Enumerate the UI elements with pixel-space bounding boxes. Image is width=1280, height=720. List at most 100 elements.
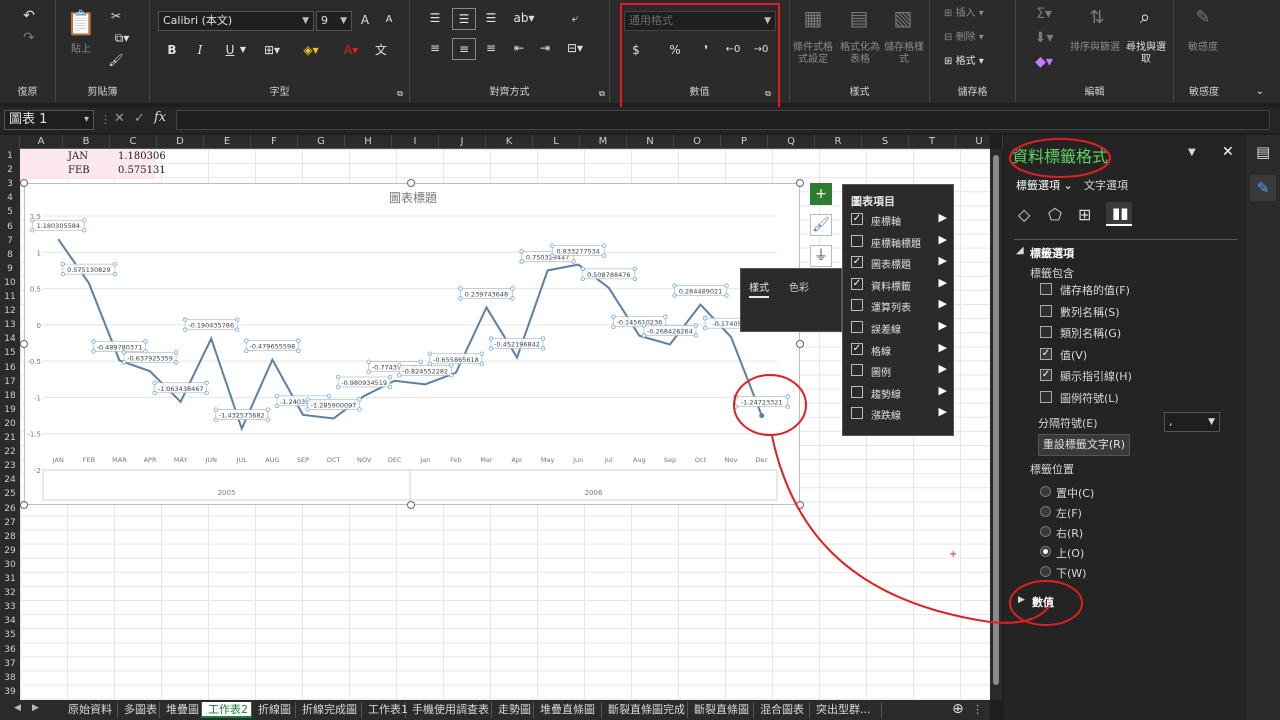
column-header[interactable]: U — [956, 135, 1003, 149]
decrease-indent-icon[interactable]: ⇤ — [510, 38, 528, 60]
name-box[interactable]: 圖表 1 ▾ — [4, 110, 94, 130]
cell-c1[interactable]: 1.180306 — [118, 151, 166, 162]
data-label[interactable]: -0.637925359 — [127, 354, 173, 362]
row-header[interactable]: 30 — [0, 558, 20, 572]
checkbox[interactable]: ✓ — [851, 256, 863, 269]
label-option-checkbox[interactable] — [1040, 283, 1052, 295]
section-collapse-icon[interactable]: ◢ — [1016, 245, 1024, 256]
label-options-chart-icon[interactable]: ▮▮ — [1106, 202, 1132, 226]
border-icon[interactable]: ⊞▾ — [258, 40, 286, 62]
chart-element-item[interactable]: 漲跌線 ▶ — [849, 405, 949, 423]
chart-element-item[interactable]: 運算列表 ▶ — [849, 297, 949, 315]
column-header[interactable]: F — [251, 135, 298, 149]
font-size-combo[interactable]: 9 ▼ — [316, 11, 352, 31]
cancel-icon[interactable]: ✕ — [114, 111, 125, 126]
data-label[interactable]: -0.824552282 — [402, 367, 448, 375]
row-header[interactable]: 8 — [0, 248, 20, 262]
checkbox[interactable] — [851, 407, 863, 420]
fill-icon[interactable]: ⬇▾ — [1030, 28, 1058, 50]
align-center-icon[interactable]: ≡ — [452, 38, 476, 60]
data-label[interactable]: 1.180305584 — [37, 222, 80, 230]
tab-color[interactable]: 色彩 — [789, 279, 809, 294]
formula-input[interactable] — [176, 110, 1270, 130]
chevron-right-icon[interactable]: ▶ — [939, 405, 947, 418]
row-header[interactable]: 16 — [0, 361, 20, 375]
row-header[interactable]: 38 — [0, 671, 20, 685]
row-header[interactable]: 24 — [0, 473, 20, 487]
find-select-icon[interactable]: ⌕ — [1130, 8, 1160, 30]
autosum-icon[interactable]: Σ▾ — [1030, 4, 1058, 26]
pane-options-chevron-icon[interactable]: ▼ — [1188, 147, 1196, 158]
chart-styles-brush-icon[interactable]: 🖌 — [810, 214, 832, 236]
row-header[interactable]: 3 — [0, 177, 20, 191]
font-color-icon[interactable]: A▾ — [336, 40, 366, 62]
separator-select[interactable]: , ▼ — [1164, 412, 1220, 432]
data-label[interactable]: 0.239743648 — [465, 290, 508, 298]
underline-button[interactable]: U — [222, 40, 238, 62]
phonetic-icon[interactable]: 文 — [372, 40, 390, 62]
row-header[interactable]: 15 — [0, 346, 20, 360]
row-header[interactable]: 32 — [0, 586, 20, 600]
column-header[interactable]: G — [298, 135, 345, 149]
chart-element-item[interactable]: ✓ 格線 ▶ — [849, 341, 949, 359]
chart-element-item[interactable]: 座標軸標題 ▶ — [849, 233, 949, 251]
data-label[interactable]: -0.479655598 — [249, 343, 295, 351]
data-label[interactable]: -1.24723321 — [741, 399, 783, 407]
checkbox[interactable] — [851, 321, 863, 333]
fill-color-icon[interactable]: ◈▾ — [296, 40, 326, 62]
checkbox[interactable]: ✓ — [851, 342, 863, 355]
chart-element-item[interactable]: ✓ 資料標籤 ▶ — [849, 276, 949, 294]
data-label[interactable]: 0.508788476 — [587, 271, 630, 279]
row-header[interactable]: 5 — [0, 205, 20, 219]
checkbox[interactable] — [851, 234, 863, 247]
format-painter-icon[interactable]: 🖌 — [108, 50, 124, 72]
row-header[interactable]: 18 — [0, 389, 20, 403]
cell-c2[interactable]: 0.575131 — [118, 165, 166, 176]
chart-resize-handle[interactable] — [20, 340, 28, 348]
conditional-format-icon[interactable]: ▦ — [800, 8, 826, 30]
redo-icon[interactable]: ↷ — [18, 28, 40, 50]
row-header[interactable]: 27 — [0, 516, 20, 530]
data-label[interactable]: -0.655865618 — [433, 356, 479, 364]
sheet-tab[interactable]: 斷裂直條圖完成 — [602, 702, 688, 718]
label-option-checkbox[interactable]: ✓ — [1040, 347, 1052, 360]
shrink-font-button[interactable]: A — [380, 10, 398, 32]
chart-element-item[interactable]: 圖例 ▶ — [849, 362, 949, 380]
cut-icon[interactable]: ✂ — [108, 6, 124, 28]
cell-b2[interactable]: FEB — [68, 165, 90, 176]
row-header[interactable]: 10 — [0, 276, 20, 290]
tab-style[interactable]: 樣式 — [749, 279, 769, 298]
row-header[interactable]: 14 — [0, 332, 20, 346]
chart-resize-handle[interactable] — [20, 179, 28, 187]
chart-element-item[interactable]: 趨勢線 ▶ — [849, 384, 949, 402]
data-label[interactable]: -0.190435786 — [188, 322, 234, 330]
sheet-tab[interactable]: 堆疊圖 — [160, 702, 202, 718]
column-header[interactable]: A — [20, 135, 63, 149]
row-header[interactable]: 33 — [0, 600, 20, 614]
row-header[interactable]: 1 — [0, 149, 20, 163]
orientation-icon[interactable]: ab▾ — [510, 8, 538, 30]
chevron-right-icon[interactable]: ▶ — [939, 384, 947, 397]
sheet-tab[interactable]: 原始資料 — [62, 702, 118, 718]
dialog-launcher-icon[interactable]: ⧉ — [596, 84, 608, 106]
chart-resize-handle[interactable] — [407, 501, 415, 509]
label-position-radio[interactable] — [1040, 546, 1051, 557]
row-header[interactable]: 19 — [0, 403, 20, 417]
sheet-tab[interactable]: 堆疊直條圖 — [534, 702, 602, 718]
sheet-tab[interactable]: 多圖表 — [118, 702, 160, 718]
chevron-right-icon[interactable]: ▶ — [939, 233, 947, 246]
grow-font-button[interactable]: A — [356, 10, 374, 32]
select-all-corner[interactable] — [0, 135, 20, 149]
chevron-right-icon[interactable]: ▶ — [939, 319, 947, 332]
section-expand-icon[interactable]: ▶ — [1018, 595, 1025, 605]
label-option-checkbox[interactable] — [1040, 390, 1052, 403]
label-position-radio[interactable] — [1040, 506, 1051, 517]
row-header[interactable]: 31 — [0, 572, 20, 586]
font-name-combo[interactable]: Calibri (本文) ▼ — [158, 11, 314, 31]
column-header[interactable]: H — [345, 135, 392, 149]
checkbox[interactable] — [851, 364, 863, 377]
checkbox[interactable] — [851, 299, 863, 312]
delete-cells-button[interactable]: ⊟ 刪除 ▾ — [944, 32, 1004, 44]
vertical-scrollbar[interactable] — [990, 149, 1002, 700]
align-middle-icon[interactable]: ☰ — [452, 8, 476, 30]
